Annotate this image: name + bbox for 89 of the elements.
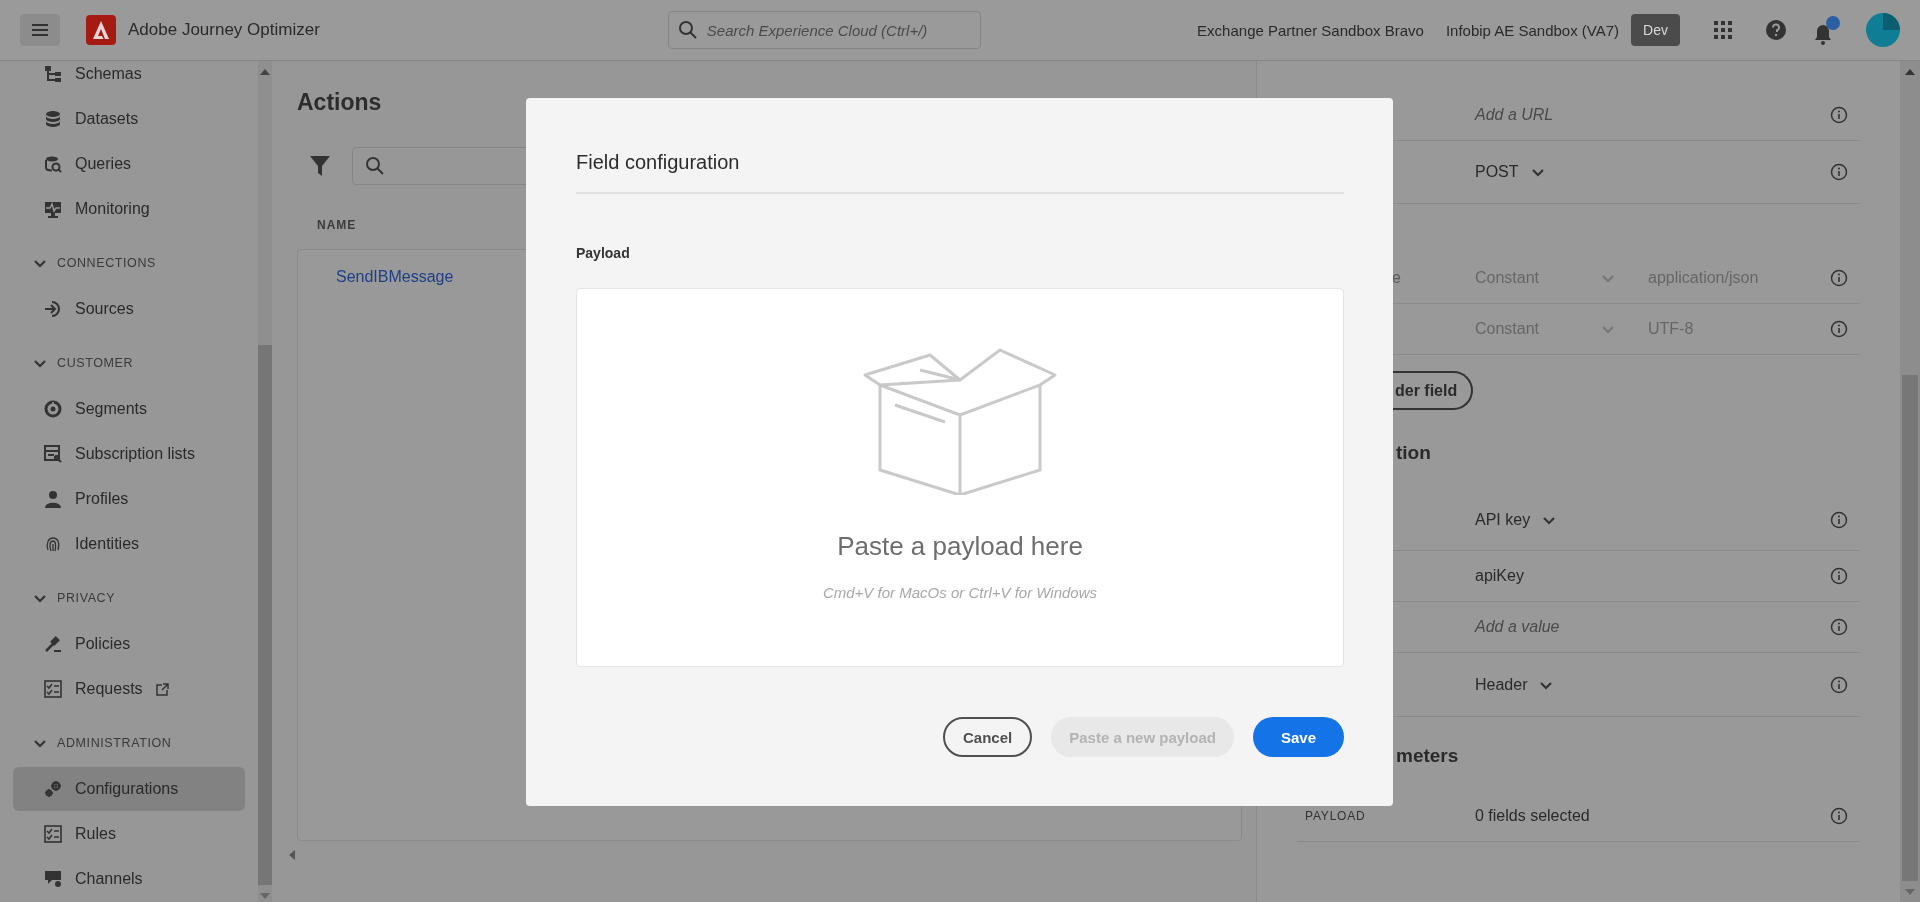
dropdown[interactable]: POST: [1475, 163, 1545, 181]
field-label: e: [1392, 269, 1401, 286]
info-icon: [1830, 618, 1848, 636]
sidebar-item[interactable]: Identities: [13, 522, 245, 566]
sidebar-item[interactable]: Requests: [13, 667, 245, 711]
schema-icon: [44, 65, 62, 83]
paste-hint: Cmd+V for MacOs or Ctrl+V for Windows: [822, 584, 1098, 601]
field-label: Payload: [576, 245, 631, 261]
apps-button[interactable]: [1714, 21, 1732, 39]
environment-badge: Dev: [1631, 14, 1680, 46]
paste-area[interactable]: Paste a payload here Cmd+V for MacOs or Ctrl+V for Windows: [576, 288, 1344, 667]
organization-name[interactable]: Exchange Partner Sandbox Bravo: [1197, 21, 1424, 39]
section-header[interactable]: CONNECTIONS: [13, 232, 245, 287]
notifications-button[interactable]: [1813, 15, 1840, 45]
scroll-down-icon: [260, 893, 270, 899]
info-icon: [1830, 163, 1848, 181]
section-heading: meters: [1396, 745, 1459, 767]
app-title: Adobe Journey Optimizer: [128, 20, 320, 40]
input-field[interactable]: Add a value: [1475, 618, 1560, 635]
sidebar-item[interactable]: Queries: [13, 142, 245, 186]
section-heading: tion: [1396, 442, 1431, 464]
info-icon: [1830, 511, 1848, 529]
search-field[interactable]: Search Experience Cloud (Ctrl+/): [667, 11, 981, 49]
dropdown[interactable]: API key: [1475, 511, 1557, 529]
search-icon: [365, 156, 385, 176]
sandbox-name[interactable]: Infobip AE Sandbox (VA7): [1445, 21, 1620, 39]
menu-button[interactable]: [20, 14, 60, 46]
sidebar-item[interactable]: Channels: [13, 857, 245, 901]
segment-icon: [44, 400, 62, 418]
chevron-icon: [1542, 514, 1557, 526]
database-icon: [44, 110, 62, 128]
chevron-icon: [1530, 166, 1545, 178]
arrow-in-icon: [44, 300, 62, 318]
paste-prompt: Paste a payload here: [837, 531, 1083, 562]
database-search-icon: [44, 155, 62, 173]
external-link-icon: [155, 682, 169, 696]
info-icon: [1830, 106, 1848, 124]
search-icon: [677, 20, 698, 40]
sidebar-item[interactable]: Policies: [13, 622, 245, 666]
scrollbar-thumb[interactable]: [258, 345, 272, 885]
monitor-icon: [44, 200, 62, 218]
checklist-icon: [44, 680, 62, 698]
person-icon: [44, 490, 62, 508]
sidebar-item[interactable]: Rules: [13, 812, 245, 856]
cancel-button[interactable]: Cancel: [943, 717, 1033, 757]
checklist-icon: [44, 825, 62, 843]
chevron-icon: [1601, 272, 1615, 284]
gavel-icon: [44, 635, 62, 653]
sidebar-item[interactable]: Sources: [13, 287, 245, 331]
section-header[interactable]: PRIVACY: [13, 567, 245, 622]
input-field[interactable]: Add a URL: [1475, 106, 1554, 123]
info-icon: [1830, 807, 1848, 825]
save-button[interactable]: Save: [1252, 717, 1344, 757]
column-header[interactable]: NAME: [317, 218, 357, 234]
sidebar-item[interactable]: Configurations: [13, 767, 245, 811]
scroll-left-icon: [289, 850, 295, 860]
input-field[interactable]: apiKey: [1475, 567, 1524, 584]
sidebar-item[interactable]: Profiles: [13, 477, 245, 521]
info-icon: [1830, 320, 1848, 338]
sidebar-item[interactable]: Subscription lists: [13, 432, 245, 476]
help-icon: [1766, 20, 1786, 40]
filter-icon: [310, 156, 330, 176]
bell-icon: [1813, 22, 1833, 45]
app-logo-icon: [86, 15, 116, 45]
menu-icon: [32, 23, 48, 37]
chevron-icon: [1601, 323, 1615, 335]
dropdown[interactable]: Header: [1475, 675, 1554, 694]
list-icon: [44, 445, 62, 463]
fingerprint-icon: [44, 535, 62, 553]
info-icon: [1830, 675, 1848, 694]
sidebar-item[interactable]: Schemas: [13, 61, 245, 96]
sidebar-item[interactable]: Segments: [13, 387, 245, 431]
sidebar-item[interactable]: Monitoring: [13, 187, 245, 231]
scroll-up-icon: [260, 69, 270, 75]
avatar-icon: [1866, 13, 1900, 47]
scroll-up-icon: [1905, 69, 1915, 75]
section-header[interactable]: CUSTOMER: [13, 332, 245, 387]
field-value: 0 fields selected: [1475, 807, 1590, 824]
grid-icon: [1714, 21, 1732, 39]
info-icon: [1830, 269, 1848, 287]
page-title: Actions: [297, 89, 383, 116]
help-button[interactable]: [1766, 20, 1786, 40]
info-icon: [1830, 567, 1848, 585]
sidebar-item[interactable]: Datasets: [13, 97, 245, 141]
field-label: PAYLOAD: [1305, 809, 1366, 823]
dialog-title: Field configuration: [576, 151, 1344, 194]
section-header[interactable]: ADMINISTRATION: [13, 712, 245, 767]
scroll-down-icon: [1905, 889, 1915, 895]
action-link[interactable]: SendIBMessage: [336, 268, 454, 286]
